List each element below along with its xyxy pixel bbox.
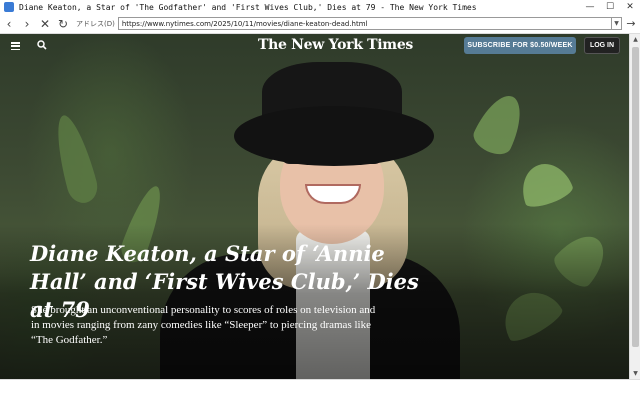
go-button[interactable]: →	[622, 17, 640, 30]
search-icon[interactable]	[37, 40, 47, 50]
scroll-down-button[interactable]: ▼	[630, 368, 640, 379]
article-summary: She brought an unconventional personalit…	[31, 304, 376, 346]
foliage-leaf	[469, 88, 531, 160]
maximize-button[interactable]: ☐	[600, 0, 620, 14]
title-bar: Diane Keaton, a Star of 'The Godfather' …	[0, 0, 640, 14]
scrollbar-thumb[interactable]	[632, 47, 639, 347]
address-input[interactable]: https://www.nytimes.com/2025/10/11/movie…	[117, 17, 612, 30]
address-dropdown-button[interactable]: ▼	[612, 17, 622, 30]
window-title: Diane Keaton, a Star of 'The Godfather' …	[19, 2, 477, 12]
photo-hat-brim	[234, 106, 434, 166]
subscribe-button[interactable]: SUBSCRIBE FOR $0.50/WEEK	[464, 37, 576, 54]
login-button[interactable]: LOG IN	[584, 37, 620, 54]
nyt-logo[interactable]: The New York Times	[258, 37, 413, 53]
vertical-scrollbar[interactable]: ▲ ▼	[629, 34, 640, 379]
scroll-up-button[interactable]: ▲	[630, 34, 640, 45]
foliage-leaf	[48, 111, 102, 207]
forward-button[interactable]: ›	[18, 15, 36, 33]
browser-app-icon	[4, 2, 14, 12]
back-button[interactable]: ‹	[0, 15, 18, 33]
address-toolbar: ‹ › ✕ ↻ アドレス(D) https://www.nytimes.com/…	[0, 14, 640, 34]
minimize-button[interactable]: —	[580, 0, 600, 14]
menu-icon[interactable]	[11, 42, 20, 51]
foliage-leaf	[514, 156, 576, 212]
close-window-button[interactable]: ✕	[620, 0, 640, 14]
stop-button[interactable]: ✕	[36, 15, 54, 33]
address-label: アドレス(D)	[76, 19, 115, 28]
reload-button[interactable]: ↻	[54, 15, 72, 33]
status-bar	[0, 379, 640, 407]
